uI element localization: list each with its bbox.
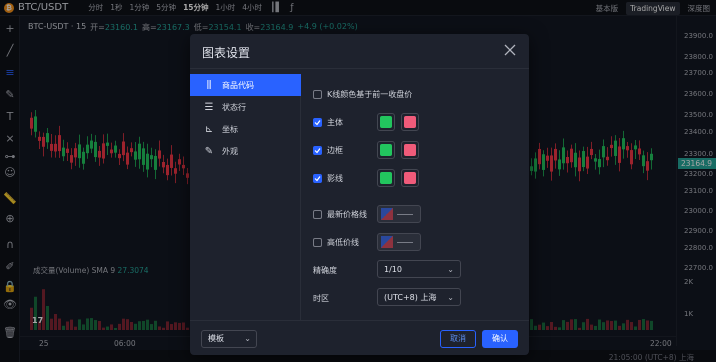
candles-icon: ⫼ (206, 79, 212, 91)
nav-item-label: 状态行 (222, 102, 246, 112)
timezone-row: 时区 (313, 293, 329, 304)
cancel-button[interactable]: 取消 (440, 330, 476, 348)
last-price-line-label: 最新价格线 (327, 210, 367, 219)
borders-up-color-swatch[interactable] (377, 141, 395, 159)
brush-icon: ✎ (204, 145, 214, 157)
chevron-down-icon: ⌄ (447, 293, 454, 302)
last-price-line-style-picker[interactable] (377, 205, 421, 223)
nav-item-appearance[interactable]: ✎ 外观 (190, 140, 301, 162)
chevron-down-icon: ⌄ (244, 334, 251, 343)
borders-row[interactable]: 边框 (313, 145, 343, 156)
timezone-value: (UTC+8) 上海 (384, 292, 437, 302)
settings-nav: ⫼ 商品代码 ☰ 状态行 ⊾ 坐标 ✎ 外观 (190, 74, 301, 320)
body-row[interactable]: 主体 (313, 117, 343, 128)
close-icon[interactable] (503, 43, 517, 57)
chart-settings-dialog: 图表设置 ⫼ 商品代码 ☰ 状态行 ⊾ 坐标 ✎ 外观 K线颜色基于前一收盘价 (190, 34, 529, 355)
high-low-line-checkbox[interactable] (313, 238, 322, 247)
dialog-title: 图表设置 (202, 46, 251, 60)
wick-row[interactable]: 影线 (313, 173, 343, 184)
color-on-prev-close-checkbox[interactable] (313, 90, 322, 99)
color-preview (381, 236, 393, 248)
nav-item-label: 坐标 (222, 124, 238, 134)
timezone-select[interactable]: (UTC+8) 上海 ⌄ (377, 288, 461, 306)
status-line-icon: ☰ (204, 101, 214, 113)
axes-icon: ⊾ (204, 123, 214, 135)
line-preview (397, 213, 413, 215)
nav-item-label: 外观 (222, 146, 238, 156)
precision-label: 精确度 (313, 266, 337, 275)
borders-checkbox[interactable] (313, 146, 322, 155)
template-dropdown[interactable]: 模板 ⌄ (201, 330, 257, 348)
high-low-line-label: 高低价线 (327, 238, 359, 247)
color-on-prev-close-label: K线颜色基于前一收盘价 (327, 90, 413, 99)
body-up-color-swatch[interactable] (377, 113, 395, 131)
timezone-label: 时区 (313, 294, 329, 303)
body-checkbox[interactable] (313, 118, 322, 127)
nav-item-status-line[interactable]: ☰ 状态行 (190, 96, 301, 118)
last-price-line-checkbox[interactable] (313, 210, 322, 219)
precision-value: 1/10 (384, 264, 402, 274)
dialog-divider (190, 68, 529, 69)
line-preview (397, 241, 413, 243)
color-preview (381, 208, 393, 220)
nav-item-scales[interactable]: ⊾ 坐标 (190, 118, 301, 140)
wick-label: 影线 (327, 174, 343, 183)
precision-row: 精确度 (313, 265, 337, 276)
high-low-line-row[interactable]: 高低价线 (313, 237, 359, 248)
dialog-footer-divider (190, 320, 529, 321)
precision-select[interactable]: 1/10 ⌄ (377, 260, 461, 278)
nav-item-label: 商品代码 (222, 80, 254, 90)
ok-button[interactable]: 确认 (482, 330, 518, 348)
color-on-prev-close-row[interactable]: K线颜色基于前一收盘价 (313, 89, 412, 100)
borders-label: 边框 (327, 146, 343, 155)
chevron-down-icon: ⌄ (447, 265, 454, 274)
borders-down-color-swatch[interactable] (401, 141, 419, 159)
wick-down-color-swatch[interactable] (401, 169, 419, 187)
wick-up-color-swatch[interactable] (377, 169, 395, 187)
nav-item-symbol[interactable]: ⫼ 商品代码 (190, 74, 301, 96)
last-price-line-row[interactable]: 最新价格线 (313, 209, 367, 220)
template-label: 模板 (208, 334, 224, 343)
wick-checkbox[interactable] (313, 174, 322, 183)
high-low-line-style-picker[interactable] (377, 233, 421, 251)
body-down-color-swatch[interactable] (401, 113, 419, 131)
body-label: 主体 (327, 118, 343, 127)
